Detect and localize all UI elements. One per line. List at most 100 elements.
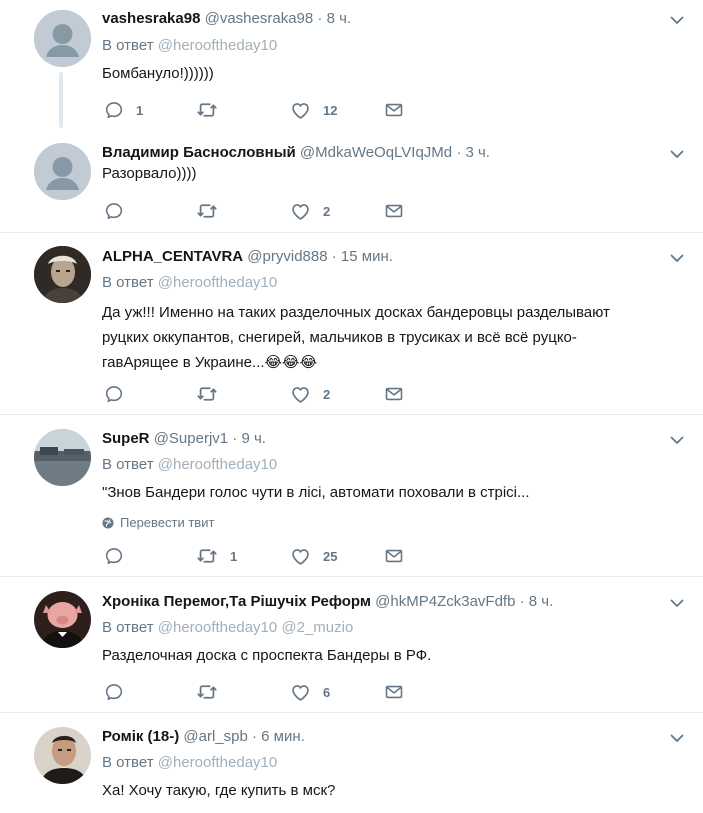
reply-mention[interactable]: @herooftheday10 (158, 754, 277, 771)
tweet-text: Бомбануло!)))))) (102, 65, 214, 82)
display-name[interactable]: Хроніка Перемог,Та Рішучіх Реформ (102, 593, 371, 610)
reply-mention[interactable]: @herooftheday10 (158, 37, 277, 54)
like-count: 2 (323, 386, 331, 402)
tweet[interactable]: vashesraka98 @vashesraka98 · 8 ч. В отве… (0, 0, 703, 138)
dm-button[interactable] (384, 384, 404, 404)
retweet-button[interactable] (196, 100, 230, 120)
heart-icon (290, 100, 311, 121)
reply-prefix: В ответ (102, 456, 154, 473)
reply-icon (104, 384, 124, 404)
heart-icon (290, 682, 311, 703)
timestamp[interactable]: 3 ч. (465, 144, 490, 161)
reply-button[interactable] (104, 201, 136, 221)
timestamp[interactable]: 8 ч. (327, 10, 352, 27)
heart-icon (290, 201, 311, 222)
reply-prefix: В ответ (102, 37, 154, 54)
tweet-header: Хроніка Перемог,Та Рішучіх Реформ @hkMP4… (102, 592, 663, 612)
retweet-icon (196, 200, 218, 222)
reply-mention[interactable]: @herooftheday10 @2_muzio (158, 619, 354, 636)
tweet[interactable]: SupeR @Superjv1 · 9 ч. В ответ @heroofth… (0, 416, 703, 577)
tweet-actions: 6 (104, 682, 424, 702)
like-count: 12 (323, 102, 338, 118)
reply-prefix: В ответ (102, 619, 154, 636)
display-name[interactable]: SupeR (102, 430, 150, 447)
dm-button[interactable] (384, 682, 404, 702)
reply-context: В ответ @herooftheday10 (102, 455, 277, 475)
like-button[interactable]: 6 (290, 682, 330, 702)
chevron-down-icon[interactable] (669, 12, 685, 28)
reply-mention[interactable]: @herooftheday10 (158, 456, 277, 473)
chevron-down-icon[interactable] (669, 146, 685, 162)
timestamp[interactable]: 9 ч. (241, 430, 266, 447)
like-button[interactable]: 25 (290, 546, 337, 566)
avatar[interactable] (34, 591, 91, 648)
user-handle[interactable]: @vashesraka98 (205, 10, 314, 27)
reply-context: В ответ @herooftheday10 (102, 36, 277, 56)
avatar-photo (34, 727, 91, 784)
separator: · (317, 10, 323, 27)
display-name[interactable]: Владимир Баснословный (102, 144, 296, 161)
reply-button[interactable] (104, 546, 136, 566)
translate-link[interactable]: Перевести твит (102, 514, 214, 532)
separator: · (252, 728, 257, 745)
reply-button[interactable] (104, 384, 136, 404)
tweet[interactable]: Ромік (18-) @arl_spb · 6 мин. В ответ @h… (0, 714, 703, 813)
tweet-text: "Знов Бандери голос чути в лісі, автомат… (102, 484, 530, 501)
retweet-button[interactable]: 1 (196, 546, 237, 566)
reply-prefix: В ответ (102, 754, 154, 771)
retweet-count: 1 (230, 548, 238, 564)
reply-button[interactable]: 1 (104, 100, 143, 120)
emoji: 😂😂😂 (264, 354, 318, 371)
avatar-photo (34, 591, 91, 648)
user-handle[interactable]: @MdkaWeOqLVIqJMd (300, 144, 452, 161)
reply-mention[interactable]: @herooftheday10 (158, 274, 277, 291)
tweet[interactable]: Владимир Баснословный @MdkaWeOqLVIqJMd ·… (0, 138, 703, 233)
timestamp[interactable]: 15 мин. (341, 248, 393, 265)
tweet[interactable]: ALPHA_CENTAVRA @pryvid888 · 15 мин. В от… (0, 234, 703, 415)
retweet-icon (196, 99, 218, 121)
separator: · (331, 248, 337, 265)
dm-button[interactable] (384, 546, 404, 566)
translate-label[interactable]: Перевести твит (120, 514, 214, 532)
chevron-down-icon[interactable] (669, 595, 685, 611)
retweet-button[interactable] (196, 384, 230, 404)
reply-context: В ответ @herooftheday10 (102, 753, 277, 773)
avatar[interactable] (34, 246, 91, 303)
display-name[interactable]: vashesraka98 (102, 10, 200, 27)
display-name[interactable]: Ромік (18-) (102, 728, 179, 745)
timestamp[interactable]: 6 мин. (261, 728, 305, 745)
avatar[interactable] (34, 10, 91, 67)
like-count: 2 (323, 203, 331, 219)
thread-line (59, 72, 63, 128)
globe-icon (102, 517, 114, 529)
chevron-down-icon[interactable] (669, 432, 685, 448)
chevron-down-icon[interactable] (669, 730, 685, 746)
avatar[interactable] (34, 429, 91, 486)
reply-button[interactable] (104, 682, 136, 702)
avatar[interactable] (34, 143, 91, 200)
user-handle[interactable]: @Superjv1 (154, 430, 228, 447)
display-name[interactable]: ALPHA_CENTAVRA (102, 248, 243, 265)
separator: · (519, 593, 525, 610)
tweet-text-line: гавАрящее в Украине...😂😂😂 (102, 350, 673, 375)
reply-prefix: В ответ (102, 274, 154, 291)
avatar[interactable] (34, 727, 91, 784)
user-handle[interactable]: @pryvid888 (247, 248, 327, 265)
separator: · (456, 144, 462, 161)
tweet-text-line: руцких оккупантов, снегирей, мальчиков в… (102, 329, 577, 346)
retweet-button[interactable] (196, 201, 230, 221)
avatar-photo (34, 246, 91, 303)
tweet[interactable]: Хроніка Перемог,Та Рішучіх Реформ @hkMP4… (0, 578, 703, 713)
like-button[interactable]: 2 (290, 201, 330, 221)
user-handle[interactable]: @arl_spb (183, 728, 247, 745)
chevron-down-icon[interactable] (669, 250, 685, 266)
dm-button[interactable] (384, 201, 404, 221)
retweet-button[interactable] (196, 682, 230, 702)
reply-context: В ответ @herooftheday10 @2_muzio (102, 618, 353, 638)
like-button[interactable]: 12 (290, 100, 337, 120)
like-button[interactable]: 2 (290, 384, 330, 404)
timestamp[interactable]: 8 ч. (529, 593, 554, 610)
dm-button[interactable] (384, 100, 404, 120)
tweet-actions: 1 25 (104, 546, 424, 566)
user-handle[interactable]: @hkMP4Zck3avFdfb (375, 593, 515, 610)
